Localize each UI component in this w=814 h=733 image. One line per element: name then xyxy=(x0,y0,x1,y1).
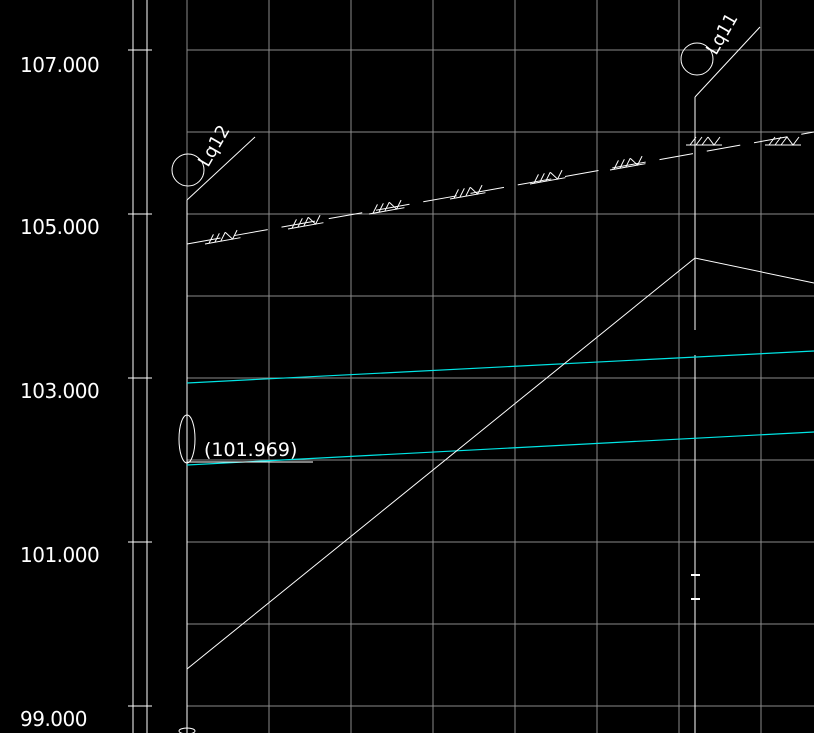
elevation-label-103: 103.000 xyxy=(20,379,99,403)
elevation-label-99: 99.000 xyxy=(20,707,87,731)
elevation-label-105: 105.000 xyxy=(20,215,99,239)
pipe-elevation-label: (101.969) xyxy=(204,439,297,461)
profile-drawing: 107.000 105.000 103.000 101.000 99.000 L… xyxy=(0,0,814,733)
drawing-background xyxy=(0,0,814,733)
elevation-label-101: 101.000 xyxy=(20,543,99,567)
pipe-elevation-annotation: (101.969) xyxy=(187,439,313,463)
elevation-label-107: 107.000 xyxy=(20,53,99,77)
